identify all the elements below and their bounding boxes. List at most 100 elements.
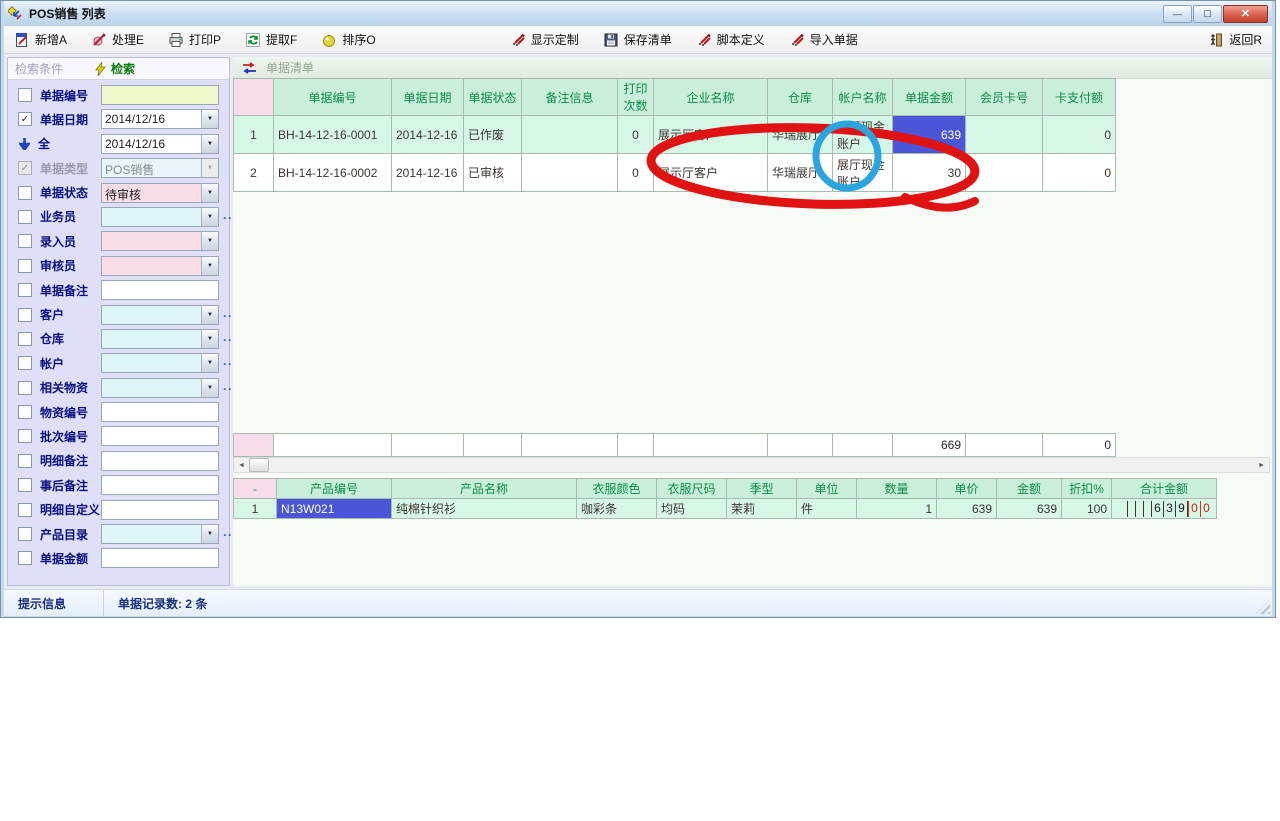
checkbox-帐户[interactable] — [18, 356, 32, 370]
detail-cell[interactable]: 639 — [937, 499, 997, 519]
close-button[interactable]: ✕ — [1223, 5, 1268, 23]
dropdown-产品目录[interactable]: ▼ — [101, 524, 219, 544]
toolbar-button-排序O[interactable]: 排序O — [321, 31, 375, 48]
dropdown-单据类型[interactable]: POS销售▼ — [101, 158, 219, 178]
minimize-button[interactable]: — — [1163, 5, 1192, 23]
table-cell[interactable]: BH-14-12-16-0002 — [274, 154, 392, 192]
input-单据金额[interactable] — [101, 548, 219, 568]
maximize-button[interactable]: ▢ — [1193, 5, 1222, 23]
toolbar-button-返回R[interactable]: 返回R — [1208, 31, 1262, 48]
detail-table[interactable]: -产品编号产品名称衣服颜色衣服尺码季型单位数量单价金额折扣%合计金额1N13W0… — [233, 478, 1217, 519]
chevron-down-icon[interactable]: ▼ — [201, 379, 218, 397]
dropdown-客户[interactable]: ▼ — [101, 305, 219, 325]
table-cell[interactable]: 展示厅客户 — [654, 116, 768, 154]
chevron-down-icon[interactable]: ▼ — [201, 135, 218, 153]
checkbox-批次编号[interactable] — [18, 429, 32, 443]
table-cell[interactable] — [966, 154, 1043, 192]
toolbar-button-新增A[interactable]: 新增A — [14, 31, 67, 48]
checkbox-明细自定义[interactable] — [18, 503, 32, 517]
table-cell[interactable]: 展厅现金账户 — [833, 116, 893, 154]
checkbox-相关物资[interactable] — [18, 381, 32, 395]
toolbar-button-打印P[interactable]: 打印P — [168, 31, 221, 48]
toolbar-button-保存清单[interactable]: 保存清单 — [603, 31, 672, 48]
checkbox-仓库[interactable] — [18, 332, 32, 346]
chevron-down-icon[interactable]: ▼ — [201, 525, 218, 543]
dropdown-相关物资[interactable]: ▼ — [101, 378, 219, 398]
dropdown-业务员[interactable]: ▼ — [101, 207, 219, 227]
input-事后备注[interactable] — [101, 475, 219, 495]
checkbox-明细备注[interactable] — [18, 454, 32, 468]
table-cell[interactable] — [966, 116, 1043, 154]
checkbox-单据状态[interactable] — [18, 186, 32, 200]
scroll-left-button[interactable]: ◄ — [234, 458, 249, 472]
detail-cell[interactable]: 100 — [1062, 499, 1112, 519]
chevron-down-icon[interactable]: ▼ — [201, 159, 218, 177]
dropdown-帐户[interactable]: ▼ — [101, 353, 219, 373]
toolbar-button-提取F[interactable]: 提取F — [245, 31, 297, 48]
detail-cell[interactable]: 639 — [997, 499, 1062, 519]
table-cell[interactable]: 华瑞展厅 — [768, 116, 833, 154]
checkbox-审核员[interactable] — [18, 259, 32, 273]
chevron-down-icon[interactable]: ▼ — [201, 232, 218, 250]
table-cell[interactable]: 30 — [893, 154, 966, 192]
input-单据备注[interactable] — [101, 280, 219, 300]
table-cell[interactable]: 2014-12-16 — [392, 154, 464, 192]
detail-cell[interactable]: 纯棉针织衫 — [392, 499, 577, 519]
chevron-down-icon[interactable]: ▼ — [201, 330, 218, 348]
dropdown-全[interactable]: 2014/12/16▼ — [101, 134, 219, 154]
dropdown-录入员[interactable]: ▼ — [101, 231, 219, 251]
input-单据编号[interactable] — [101, 85, 219, 105]
checkbox-单据编号[interactable] — [18, 88, 32, 102]
search-button[interactable]: 检索 — [95, 60, 135, 77]
checkbox-单据备注[interactable] — [18, 283, 32, 297]
table-row[interactable]: 2BH-14-12-16-00022014-12-16已审核0展示厅客户华瑞展厅… — [234, 154, 1116, 192]
input-批次编号[interactable] — [101, 426, 219, 446]
detail-cell[interactable]: 均码 — [657, 499, 727, 519]
chevron-down-icon[interactable]: ▼ — [201, 257, 218, 275]
dropdown-单据状态[interactable]: 待审核▼ — [101, 183, 219, 203]
table-cell[interactable]: 展示厅客户 — [654, 154, 768, 192]
detail-cell[interactable]: 件 — [797, 499, 857, 519]
chevron-down-icon[interactable]: ▼ — [201, 208, 218, 226]
checkbox-单据类型[interactable]: ✓ — [18, 161, 32, 175]
checkbox-单据日期[interactable]: ✓ — [18, 112, 32, 126]
table-cell[interactable]: 0 — [1043, 116, 1116, 154]
table-cell[interactable]: BH-14-12-16-0001 — [274, 116, 392, 154]
table-cell[interactable]: 展厅现金账户 — [833, 154, 893, 192]
dropdown-审核员[interactable]: ▼ — [101, 256, 219, 276]
table-cell[interactable]: 2014-12-16 — [392, 116, 464, 154]
table-cell[interactable] — [522, 154, 618, 192]
chevron-down-icon[interactable]: ▼ — [201, 184, 218, 202]
chevron-down-icon[interactable]: ▼ — [201, 110, 218, 128]
resize-grip-icon[interactable] — [1256, 600, 1270, 614]
table-cell[interactable]: 华瑞展厅 — [768, 154, 833, 192]
checkbox-物资编号[interactable] — [18, 405, 32, 419]
table-row[interactable]: 1BH-14-12-16-00012014-12-16已作废0展示厅客户华瑞展厅… — [234, 116, 1116, 154]
detail-row[interactable]: 1N13W021纯棉针织衫咖彩条均码茉莉件163963910063900 — [234, 499, 1217, 519]
checkbox-客户[interactable] — [18, 308, 32, 322]
table-cell[interactable] — [522, 116, 618, 154]
detail-cell[interactable]: 咖彩条 — [577, 499, 657, 519]
scroll-right-button[interactable]: ► — [1254, 458, 1269, 472]
table-cell[interactable]: 已作废 — [464, 116, 522, 154]
checkbox-录入员[interactable] — [18, 234, 32, 248]
checkbox-产品目录[interactable] — [18, 527, 32, 541]
detail-cell[interactable]: 茉莉 — [727, 499, 797, 519]
table-cell[interactable]: 已审核 — [464, 154, 522, 192]
selected-amount-cell[interactable]: 639 — [893, 116, 966, 154]
dropdown-单据日期[interactable]: 2014/12/16▼ — [101, 109, 219, 129]
orders-table[interactable]: 单据编号单据日期单据状态备注信息打印次数企业名称仓库帐户名称单据金额会员卡号卡支… — [233, 78, 1116, 192]
toolbar-button-脚本定义[interactable]: 脚本定义 — [696, 31, 765, 48]
horizontal-scrollbar[interactable]: ◄ ► — [233, 457, 1270, 473]
input-明细自定义[interactable] — [101, 500, 219, 520]
scrollbar-thumb[interactable] — [249, 458, 269, 472]
swap-arrows-icon[interactable] — [242, 62, 257, 74]
checkbox-事后备注[interactable] — [18, 478, 32, 492]
checkbox-单据金额[interactable] — [18, 551, 32, 565]
dropdown-仓库[interactable]: ▼ — [101, 329, 219, 349]
table-cell[interactable]: 0 — [1043, 154, 1116, 192]
checkbox-业务员[interactable] — [18, 210, 32, 224]
toolbar-button-导入单据[interactable]: 导入单据 — [789, 31, 858, 48]
input-物资编号[interactable] — [101, 402, 219, 422]
table-cell[interactable]: 0 — [618, 154, 654, 192]
